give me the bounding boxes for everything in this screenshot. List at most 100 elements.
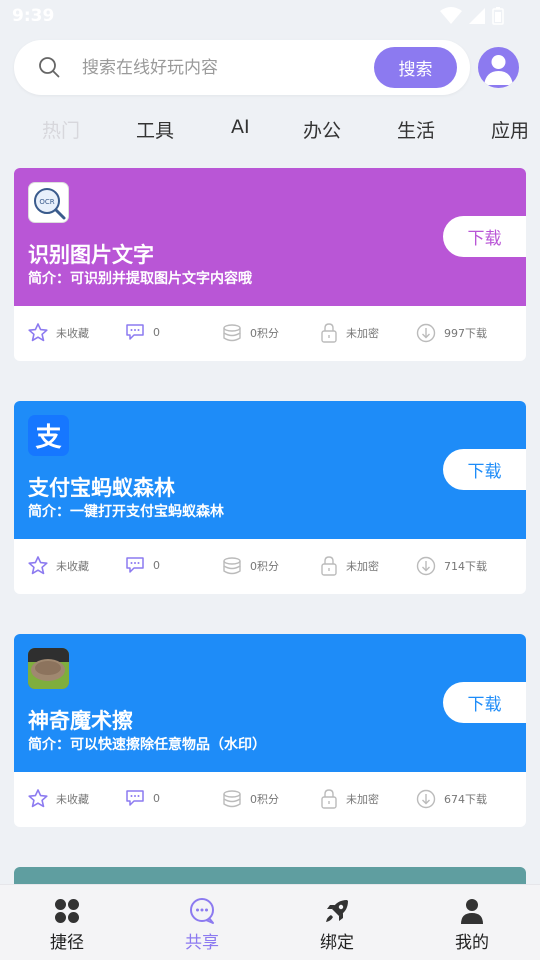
lock-label: 未加密 — [346, 327, 379, 340]
nav-label: 绑定 — [320, 933, 354, 953]
comment-icon — [126, 557, 144, 573]
person-icon — [461, 899, 483, 924]
points-label: 0积分 — [250, 560, 279, 573]
favorite-label: 未收藏 — [56, 326, 89, 340]
app-card[interactable]: OCR 识别图片文字 简介：可识别并提取图片文字内容哦 下载 未收藏 0 0积分… — [14, 168, 526, 361]
wifi-icon — [440, 7, 462, 24]
tab-life[interactable]: 生活 — [397, 116, 435, 143]
star-icon — [28, 323, 48, 342]
card-description: 简介：可识别并提取图片文字内容哦 — [28, 271, 252, 287]
battery-icon — [492, 7, 504, 25]
points-label: 0积分 — [250, 327, 279, 340]
shortcut-icon — [55, 899, 79, 923]
card-stats: 未收藏 0 0积分 未加密 714下载 — [14, 539, 526, 594]
status-bar: 9:39 — [0, 0, 540, 32]
nav-label: 共享 — [185, 933, 219, 953]
tab-hot[interactable]: 热门 — [42, 116, 80, 143]
download-button[interactable]: 下载 — [443, 449, 526, 490]
lock-label: 未加密 — [346, 560, 379, 573]
points-stat: 0积分 — [222, 789, 279, 809]
card-banner: 神奇魔术擦 简介：可以快速擦除任意物品（水印） 下载 — [14, 634, 526, 772]
nav-bind[interactable]: 绑定 — [297, 897, 377, 953]
coins-icon — [223, 557, 241, 575]
comment-icon — [126, 790, 144, 806]
download-count-icon — [416, 323, 436, 343]
download-stat: 997下载 — [416, 323, 487, 343]
favorite-stat[interactable]: 未收藏 — [28, 556, 89, 575]
star-icon — [28, 789, 48, 808]
points-stat: 0积分 — [222, 323, 279, 343]
svg-text:OCR: OCR — [39, 198, 54, 206]
app-card[interactable]: 神奇魔术擦 简介：可以快速擦除任意物品（水印） 下载 未收藏 0 0积分 未加密… — [14, 634, 526, 827]
favorite-stat[interactable]: 未收藏 — [28, 323, 89, 342]
ocr-icon: OCR — [28, 182, 69, 223]
tab-ai[interactable]: AI — [231, 116, 250, 138]
favorite-stat[interactable]: 未收藏 — [28, 789, 89, 808]
search-bar: 搜索 — [14, 40, 470, 95]
download-count: 674下载 — [444, 793, 487, 806]
coins-icon — [223, 790, 241, 808]
download-button[interactable]: 下载 — [443, 682, 526, 723]
tab-apps[interactable]: 应用 — [491, 116, 529, 143]
lock-label: 未加密 — [346, 793, 379, 806]
lock-icon — [321, 789, 337, 809]
tab-office[interactable]: 办公 — [303, 116, 341, 143]
card-description: 简介：一键打开支付宝蚂蚁森林 — [28, 504, 224, 520]
download-count: 997下载 — [444, 327, 487, 340]
bottom-nav: 捷径 共享 绑定 我的 — [0, 884, 540, 960]
comment-stat[interactable]: 0 — [125, 789, 160, 807]
nav-share[interactable]: 共享 — [162, 897, 242, 953]
card-title: 神奇魔术擦 — [28, 709, 133, 733]
comment-count: 0 — [153, 558, 160, 572]
card-stats: 未收藏 0 0积分 未加密 674下载 — [14, 772, 526, 827]
card-title: 支付宝蚂蚁森林 — [28, 476, 175, 500]
search-icon — [39, 57, 60, 78]
search-input[interactable] — [82, 50, 372, 85]
status-icons — [440, 7, 504, 25]
coins-icon — [223, 324, 241, 342]
nav-mine[interactable]: 我的 — [432, 897, 512, 953]
star-icon — [28, 556, 48, 575]
alipay-icon: 支 — [28, 415, 69, 456]
points-stat: 0积分 — [222, 556, 279, 576]
points-label: 0积分 — [250, 793, 279, 806]
card-banner: 支 支付宝蚂蚁森林 简介：一键打开支付宝蚂蚁森林 下载 — [14, 401, 526, 539]
signal-icon — [469, 8, 485, 24]
comment-count: 0 — [153, 791, 160, 805]
lock-stat: 未加密 — [320, 789, 379, 809]
download-button[interactable]: 下载 — [443, 216, 526, 257]
card-description: 简介：可以快速擦除任意物品（水印） — [28, 737, 266, 753]
card-title: 识别图片文字 — [28, 243, 154, 267]
card-banner: OCR 识别图片文字 简介：可识别并提取图片文字内容哦 下载 — [14, 168, 526, 306]
nav-shortcuts[interactable]: 捷径 — [27, 897, 107, 953]
download-count-icon — [416, 556, 436, 576]
magic-eraser-icon — [28, 648, 69, 689]
lock-stat: 未加密 — [320, 323, 379, 343]
comment-icon — [126, 324, 144, 340]
avatar[interactable] — [478, 47, 519, 88]
lock-icon — [321, 323, 337, 343]
download-count: 714下载 — [444, 560, 487, 573]
nav-label: 我的 — [455, 933, 489, 953]
app-card[interactable]: 支 支付宝蚂蚁森林 简介：一键打开支付宝蚂蚁森林 下载 未收藏 0 0积分 未加… — [14, 401, 526, 594]
download-stat: 674下载 — [416, 789, 487, 809]
category-tabs: 热门 工具 AI 办公 生活 应用 — [0, 116, 540, 156]
favorite-label: 未收藏 — [56, 559, 89, 573]
search-button[interactable]: 搜索 — [374, 47, 457, 88]
share-chat-icon — [190, 898, 214, 924]
status-time: 9:39 — [12, 6, 55, 26]
nav-label: 捷径 — [50, 933, 84, 953]
comment-stat[interactable]: 0 — [125, 323, 160, 341]
favorite-label: 未收藏 — [56, 792, 89, 806]
lock-stat: 未加密 — [320, 556, 379, 576]
tab-tools[interactable]: 工具 — [136, 116, 174, 143]
download-stat: 714下载 — [416, 556, 487, 576]
comment-count: 0 — [153, 325, 160, 339]
alipay-icon-glyph: 支 — [35, 423, 62, 453]
lock-icon — [321, 556, 337, 576]
rocket-icon — [326, 900, 348, 922]
card-stats: 未收藏 0 0积分 未加密 997下载 — [14, 306, 526, 361]
comment-stat[interactable]: 0 — [125, 556, 160, 574]
download-count-icon — [416, 789, 436, 809]
avatar-person-icon — [484, 55, 513, 85]
